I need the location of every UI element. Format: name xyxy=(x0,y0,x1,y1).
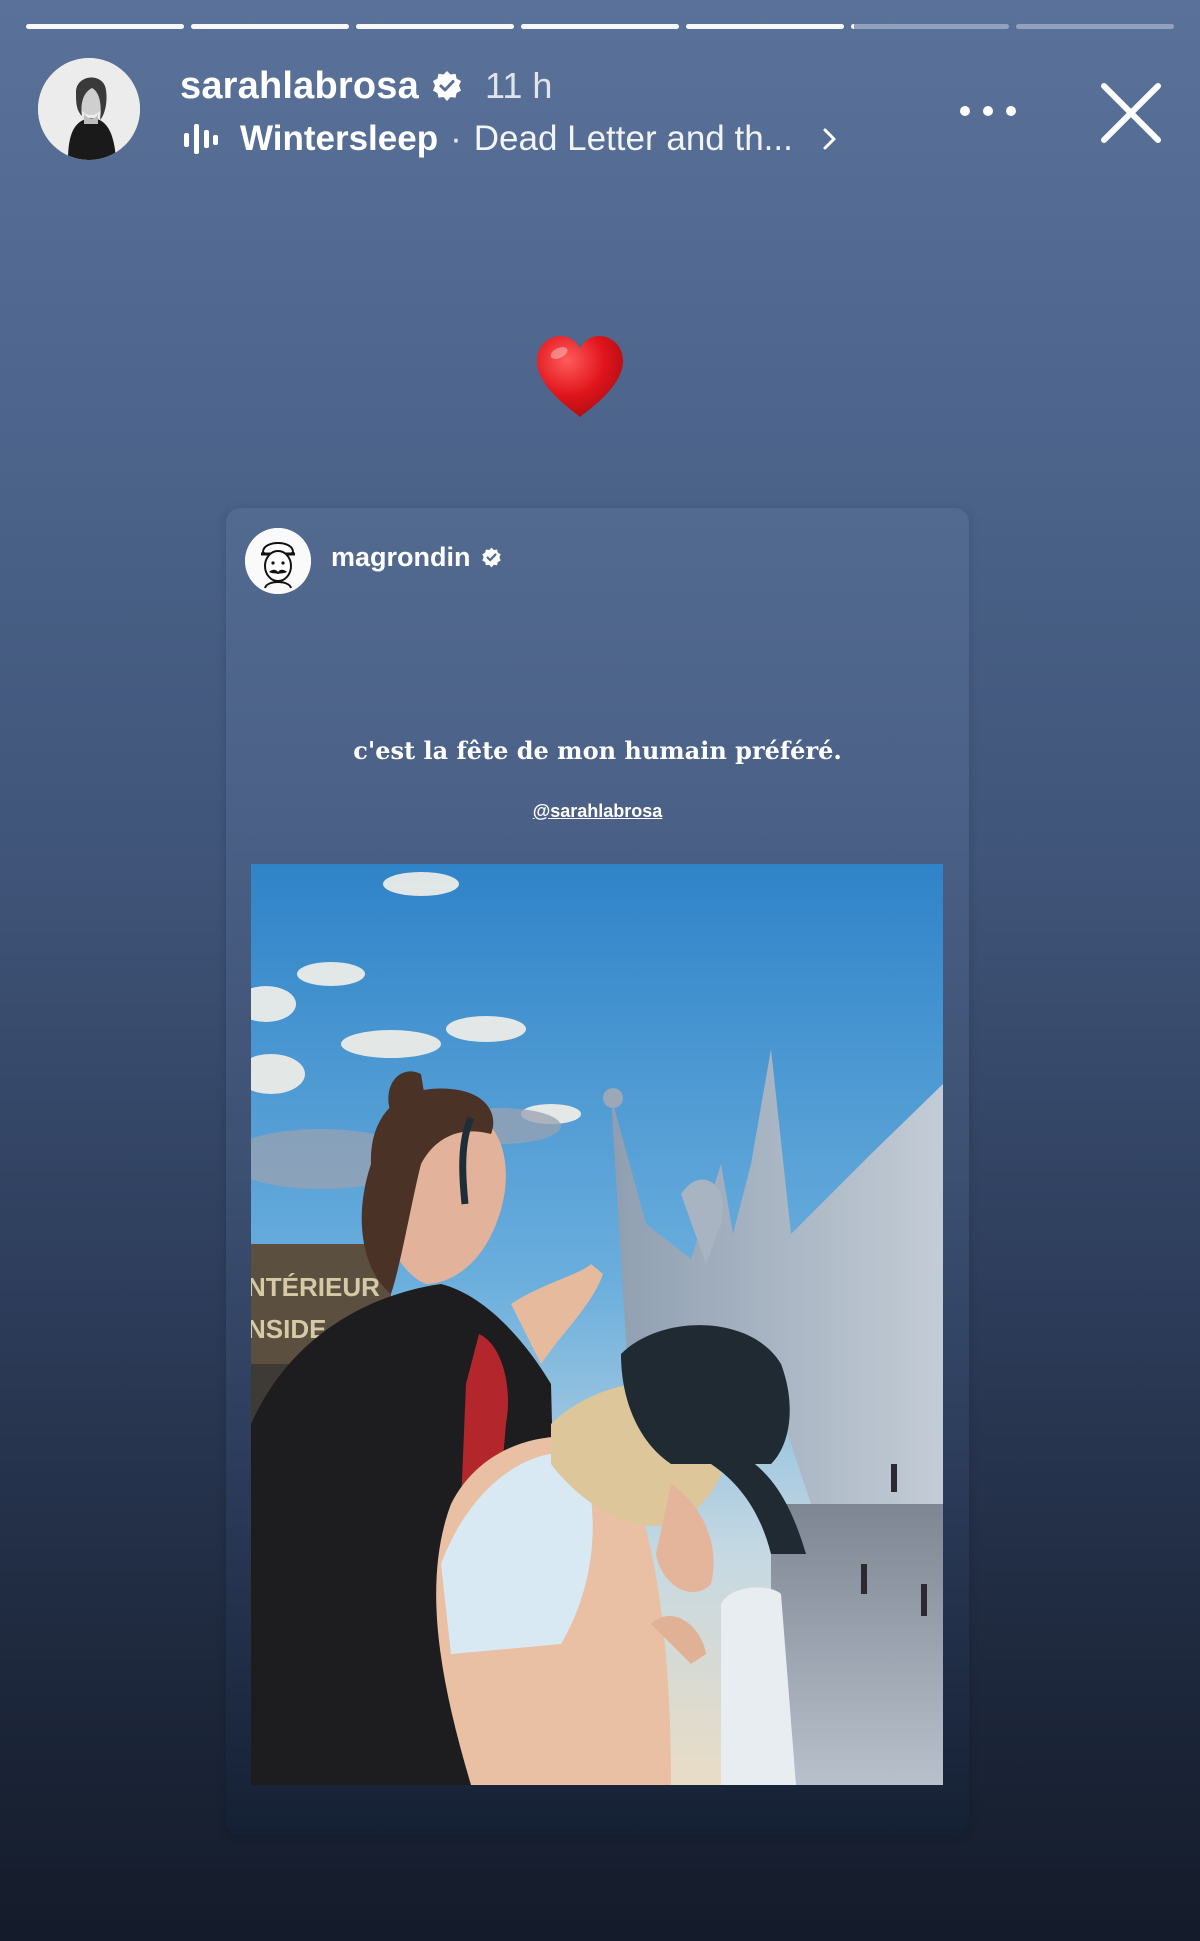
reshared-photo: NTÉRIEUR NSIDE xyxy=(251,864,943,1785)
story-header: sarahlabrosa 11 h Wintersleep · Dead Let… xyxy=(36,56,1174,166)
music-attribution[interactable]: Wintersleep · Dead Letter and th... xyxy=(184,116,964,162)
progress-segment-fill xyxy=(26,24,184,29)
progress-segment xyxy=(851,24,1009,29)
more-dot xyxy=(983,106,993,116)
close-icon[interactable] xyxy=(1092,74,1170,152)
story-progress-bar xyxy=(26,24,1174,30)
progress-segment xyxy=(521,24,679,29)
progress-segment-fill xyxy=(356,24,514,29)
progress-segment-fill xyxy=(851,24,855,29)
reshare-username[interactable]: magrondin xyxy=(331,542,471,573)
verified-badge-icon xyxy=(481,547,501,568)
story-user-line: sarahlabrosa 11 h xyxy=(180,62,552,110)
chevron-right-icon xyxy=(823,128,836,150)
verified-badge-icon xyxy=(432,71,461,101)
music-artist: Wintersleep xyxy=(240,119,439,158)
progress-segment xyxy=(356,24,514,29)
profile-avatar[interactable] xyxy=(38,58,140,160)
progress-segment-fill xyxy=(191,24,349,29)
reshare-user-line: magrondin xyxy=(331,542,502,573)
progress-segment xyxy=(26,24,184,29)
progress-segment-fill xyxy=(521,24,679,29)
music-separator: · xyxy=(450,119,462,158)
more-dots-icon xyxy=(960,106,970,116)
progress-segment xyxy=(686,24,844,29)
progress-segment xyxy=(1016,24,1174,29)
music-bars-icon xyxy=(184,124,218,154)
music-song-title: Dead Letter and th... xyxy=(473,119,793,158)
more-dot xyxy=(1006,106,1016,116)
progress-segment xyxy=(191,24,349,29)
reshared-story-card[interactable]: magrondin c'est la fête de mon humain pr… xyxy=(226,508,969,1835)
progress-segment-fill xyxy=(686,24,844,29)
photo-sign-text: NTÉRIEUR xyxy=(251,1272,380,1302)
red-heart-emoji xyxy=(537,336,623,417)
reshare-avatar[interactable] xyxy=(245,528,311,594)
story-timestamp: 11 h xyxy=(484,65,553,106)
more-options-button[interactable] xyxy=(960,96,1016,126)
mention-link[interactable]: @sarahlabrosa xyxy=(226,801,969,822)
reshare-caption: c'est la fête de mon humain préféré. xyxy=(353,736,842,765)
story-username[interactable]: sarahlabrosa xyxy=(180,65,419,108)
